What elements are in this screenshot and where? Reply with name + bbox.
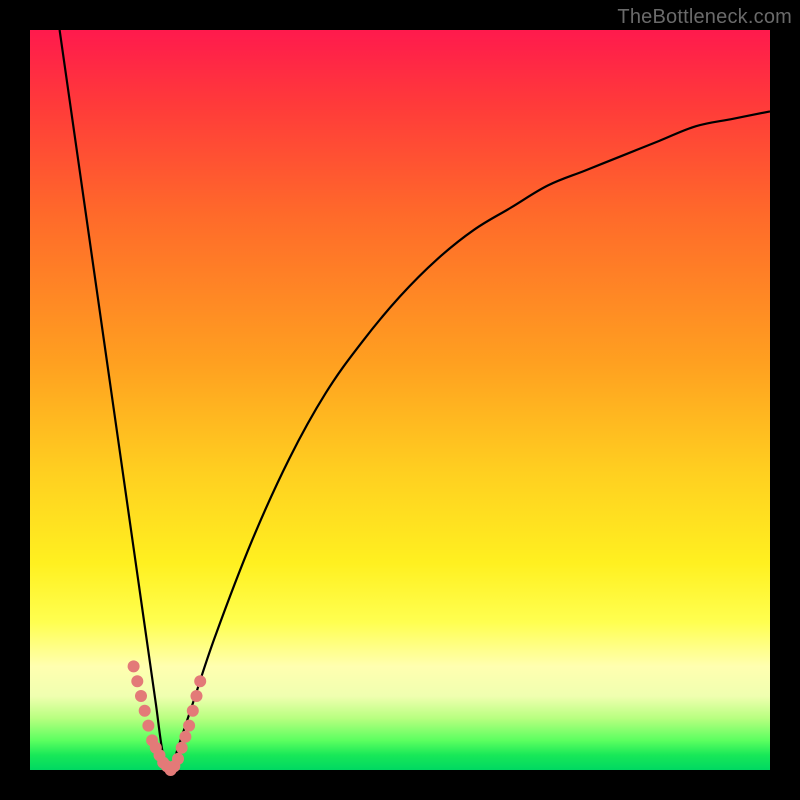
marker-dot [131,675,143,687]
marker-dot [191,690,203,702]
watermark-text: TheBottleneck.com [617,6,792,29]
chart-stage: TheBottleneck.com [0,0,800,800]
plot-area [30,30,770,770]
marker-dot [183,720,195,732]
marker-dot [128,660,140,672]
marker-dot [142,720,154,732]
marker-dot [139,705,151,717]
marker-dot [135,690,147,702]
highlighted-points [128,660,207,776]
bottleneck-curve [60,30,770,770]
marker-dot [194,675,206,687]
curve-svg [30,30,770,770]
marker-dot [172,753,184,765]
marker-dot [176,742,188,754]
marker-dot [187,705,199,717]
marker-dot [179,731,191,743]
